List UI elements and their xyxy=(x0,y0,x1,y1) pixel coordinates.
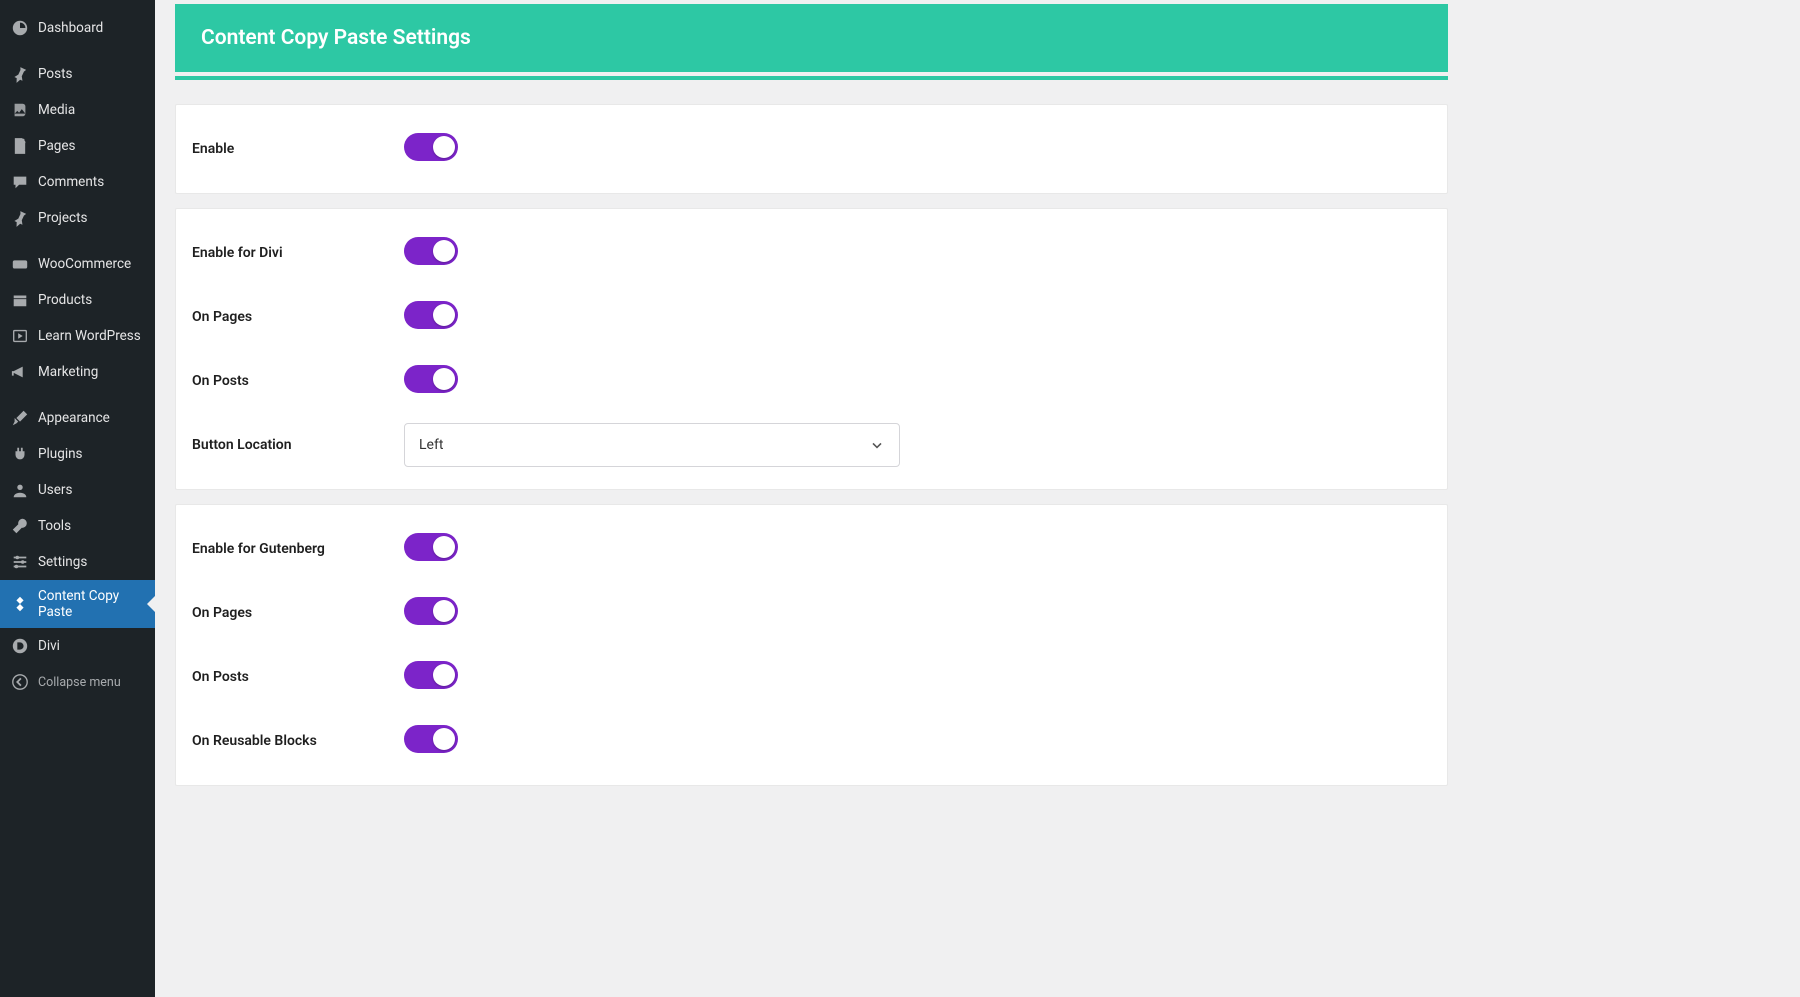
sidebar-item-label: Plugins xyxy=(38,446,145,462)
sidebar-item-learn-wordpress[interactable]: Learn WordPress xyxy=(0,318,155,354)
plugin-icon xyxy=(10,444,30,464)
sidebar-item-users[interactable]: Users xyxy=(0,472,155,508)
setting-label: On Posts xyxy=(192,669,404,685)
sidebar-item-label: Settings xyxy=(38,554,145,570)
toggle-enable[interactable] xyxy=(404,133,458,161)
sidebar-item-pages[interactable]: Pages xyxy=(0,128,155,164)
sidebar-item-woocommerce[interactable]: WooCommerce xyxy=(0,246,155,282)
sidebar-item-settings[interactable]: Settings xyxy=(0,544,155,580)
dashboard-icon xyxy=(10,18,30,38)
setting-divi-on-pages: On Pages xyxy=(192,285,1431,349)
sidebar-item-appearance[interactable]: Appearance xyxy=(0,400,155,436)
page-header: Content Copy Paste Settings xyxy=(175,4,1448,72)
setting-button-location: Button Location Left xyxy=(192,413,1431,477)
sidebar-item-label: Marketing xyxy=(38,364,145,380)
setting-label: Enable for Divi xyxy=(192,245,404,261)
chevron-down-icon xyxy=(869,437,885,453)
sidebar-item-label: Learn WordPress xyxy=(38,328,145,344)
sidebar-item-label: Projects xyxy=(38,210,145,226)
setting-label: On Reusable Blocks xyxy=(192,733,404,749)
user-icon xyxy=(10,480,30,500)
sliders-icon xyxy=(10,552,30,572)
setting-label: On Posts xyxy=(192,373,404,389)
sidebar-item-comments[interactable]: Comments xyxy=(0,164,155,200)
setting-gutenberg-on-reusable: On Reusable Blocks xyxy=(192,709,1431,773)
setting-gutenberg-on-pages: On Pages xyxy=(192,581,1431,645)
megaphone-icon xyxy=(10,362,30,382)
setting-label: Button Location xyxy=(192,437,404,453)
sidebar-item-label: Posts xyxy=(38,66,145,82)
sidebar-item-label: Appearance xyxy=(38,410,145,426)
products-icon xyxy=(10,290,30,310)
select-button-location[interactable]: Left xyxy=(404,423,900,467)
page-title: Content Copy Paste Settings xyxy=(201,26,471,50)
sidebar-item-posts[interactable]: Posts xyxy=(0,56,155,92)
admin-sidebar: Dashboard Posts Media Pages Comments Pro… xyxy=(0,0,155,997)
sidebar-item-label: Divi xyxy=(38,638,145,654)
setting-label: Enable xyxy=(192,141,404,157)
sidebar-item-content-copy-paste[interactable]: Content Copy Paste xyxy=(0,580,155,628)
wrench-icon xyxy=(10,516,30,536)
sidebar-item-marketing[interactable]: Marketing xyxy=(0,354,155,390)
setting-enable-gutenberg: Enable for Gutenberg xyxy=(192,517,1431,581)
sidebar-item-products[interactable]: Products xyxy=(0,282,155,318)
toggle-gutenberg-on-posts[interactable] xyxy=(404,661,458,689)
panel-general: Enable xyxy=(175,104,1448,194)
sidebar-item-label: Content Copy Paste xyxy=(38,588,145,620)
setting-label: Enable for Gutenberg xyxy=(192,541,404,557)
setting-gutenberg-on-posts: On Posts xyxy=(192,645,1431,709)
woo-icon xyxy=(10,254,30,274)
brush-icon xyxy=(10,408,30,428)
comment-icon xyxy=(10,172,30,192)
sidebar-item-divi[interactable]: Divi xyxy=(0,628,155,664)
toggle-divi-on-posts[interactable] xyxy=(404,365,458,393)
setting-label: On Pages xyxy=(192,605,404,621)
toggle-divi-on-pages[interactable] xyxy=(404,301,458,329)
select-value: Left xyxy=(419,437,443,453)
main-content: Content Copy Paste Settings Enable Enabl… xyxy=(155,0,1468,997)
sidebar-collapse-menu[interactable]: Collapse menu xyxy=(0,664,155,700)
diamond-icon xyxy=(10,594,30,614)
sidebar-item-plugins[interactable]: Plugins xyxy=(0,436,155,472)
sidebar-item-label: Collapse menu xyxy=(38,675,145,690)
sidebar-item-label: Products xyxy=(38,292,145,308)
toggle-gutenberg-on-reusable[interactable] xyxy=(404,725,458,753)
right-gutter xyxy=(1468,0,1800,997)
sidebar-item-label: Dashboard xyxy=(38,20,145,36)
sidebar-item-dashboard[interactable]: Dashboard xyxy=(0,10,155,46)
setting-enable-divi: Enable for Divi xyxy=(192,221,1431,285)
pages-icon xyxy=(10,136,30,156)
sidebar-item-media[interactable]: Media xyxy=(0,92,155,128)
panel-gutenberg: Enable for Gutenberg On Pages On Posts xyxy=(175,504,1448,786)
media-icon xyxy=(10,100,30,120)
header-underline xyxy=(175,76,1448,80)
sidebar-item-projects[interactable]: Projects xyxy=(0,200,155,236)
sidebar-item-label: Media xyxy=(38,102,145,118)
sidebar-item-label: WooCommerce xyxy=(38,256,145,272)
setting-divi-on-posts: On Posts xyxy=(192,349,1431,413)
divi-icon xyxy=(10,636,30,656)
sidebar-item-label: Pages xyxy=(38,138,145,154)
app-root: Dashboard Posts Media Pages Comments Pro… xyxy=(0,0,1800,997)
play-icon xyxy=(10,326,30,346)
panel-divi: Enable for Divi On Pages On Posts xyxy=(175,208,1448,490)
setting-enable: Enable xyxy=(192,117,1431,181)
toggle-gutenberg-on-pages[interactable] xyxy=(404,597,458,625)
sidebar-item-tools[interactable]: Tools xyxy=(0,508,155,544)
toggle-enable-divi[interactable] xyxy=(404,237,458,265)
sidebar-item-label: Users xyxy=(38,482,145,498)
sidebar-item-label: Comments xyxy=(38,174,145,190)
collapse-icon xyxy=(10,672,30,692)
pin-icon xyxy=(10,208,30,228)
sidebar-item-label: Tools xyxy=(38,518,145,534)
pin-icon xyxy=(10,64,30,84)
setting-label: On Pages xyxy=(192,309,404,325)
toggle-enable-gutenberg[interactable] xyxy=(404,533,458,561)
